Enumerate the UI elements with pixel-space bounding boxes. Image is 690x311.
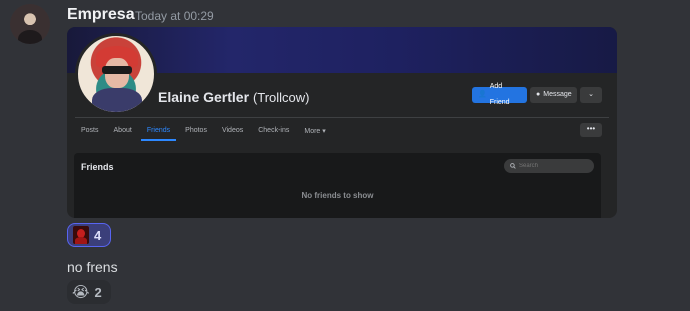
messenger-icon: ● xyxy=(536,91,541,98)
friends-search-input[interactable] xyxy=(519,163,589,169)
friends-panel: Friends No friends to show xyxy=(74,153,601,218)
message-text: no frens xyxy=(67,259,118,275)
user-avatar[interactable] xyxy=(10,4,50,44)
friends-title: Friends xyxy=(81,162,114,172)
reaction-crying[interactable]: 😭 2 xyxy=(67,280,111,304)
profile-name: Elaine Gertler (Trollcow) xyxy=(158,89,310,105)
red-face-emoji-icon xyxy=(73,226,89,244)
profile-alt-name: (Trollcow) xyxy=(252,90,310,105)
chevron-down-icon: ⌄ xyxy=(588,91,594,98)
tab-posts[interactable]: Posts xyxy=(75,124,105,141)
tab-about[interactable]: About xyxy=(108,124,138,141)
username[interactable]: Empresa xyxy=(67,6,135,24)
reaction-red-face[interactable]: 4 xyxy=(67,223,111,247)
tab-friends[interactable]: Friends xyxy=(140,124,177,141)
add-friend-icon: 👤 xyxy=(478,91,487,98)
add-friend-button[interactable]: 👤 Add Friend xyxy=(472,83,527,106)
friends-search-box[interactable] xyxy=(504,159,594,173)
tabs-overflow-button[interactable]: ••• xyxy=(580,123,602,137)
tab-check-ins[interactable]: Check-ins xyxy=(252,124,295,141)
divider xyxy=(75,117,609,118)
tab-videos[interactable]: Videos xyxy=(216,124,249,141)
image-embed[interactable]: Elaine Gertler (Trollcow) 👤 Add Friend ●… xyxy=(67,27,617,218)
reaction-count: 2 xyxy=(94,284,102,300)
profile-picture xyxy=(75,33,157,115)
tab-more[interactable]: More ▾ xyxy=(298,124,331,141)
profile-tabs: Posts About Friends Photos Videos Check-… xyxy=(75,124,335,144)
message-timestamp: Today at 00:29 xyxy=(135,9,214,23)
empty-state-text: No friends to show xyxy=(301,191,374,200)
reaction-count: 4 xyxy=(94,227,102,243)
tab-photos[interactable]: Photos xyxy=(179,124,213,141)
profile-name-text: Elaine Gertler xyxy=(158,89,250,105)
message-label: Message xyxy=(543,91,572,98)
more-options-button[interactable]: ⌄ xyxy=(580,87,602,103)
search-icon xyxy=(510,163,516,169)
crying-face-emoji-icon: 😭 xyxy=(72,283,90,301)
add-friend-label: Add Friend xyxy=(489,83,510,106)
message-button[interactable]: ● Message xyxy=(530,87,577,103)
